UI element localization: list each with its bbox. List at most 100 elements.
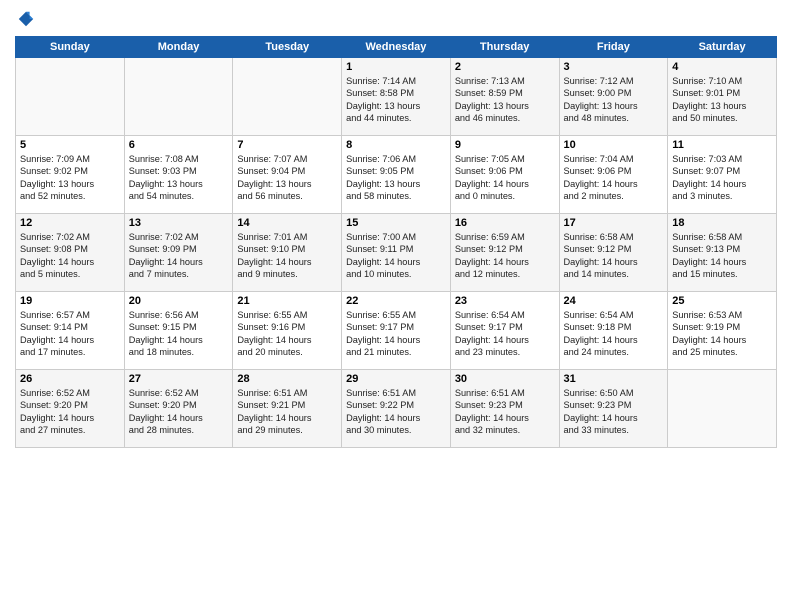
day-info: Sunrise: 6:54 AMSunset: 9:17 PMDaylight:… <box>455 309 555 359</box>
calendar-cell: 7Sunrise: 7:07 AMSunset: 9:04 PMDaylight… <box>233 136 342 214</box>
calendar-cell: 22 Sunrise: 6:55 AMSunset: 9:17 PMDayligh… <box>342 292 451 370</box>
day-info: Sunrise: 6:52 AMSunset: 9:20 PMDaylight:… <box>129 387 229 437</box>
weekday-header-monday: Monday <box>124 37 233 58</box>
day-number: 18 <box>672 217 772 229</box>
day-number: 14 <box>237 217 337 229</box>
calendar-cell: 9 Sunrise: 7:05 AMSunset: 9:06 PMDaylight… <box>450 136 559 214</box>
calendar-cell: 1Sunrise: 7:14 AMSunset: 8:58 PMDaylight… <box>342 58 451 136</box>
day-info: Sunrise: 6:58 AMSunset: 9:12 PMDaylight:… <box>564 231 664 281</box>
calendar-cell: 25Sunrise: 6:53 AMSunset: 9:19 PMDayligh… <box>668 292 777 370</box>
day-number: 7 <box>237 139 337 151</box>
week-row-3: 19 Sunrise: 6:57 AMSunset: 9:14 PMDayligh… <box>16 292 777 370</box>
week-row-0: 1Sunrise: 7:14 AMSunset: 8:58 PMDaylight… <box>16 58 777 136</box>
day-number: 30 <box>455 373 555 385</box>
day-number: 22 <box>346 295 446 307</box>
day-number: 12 <box>20 217 120 229</box>
day-number: 31 <box>564 373 664 385</box>
day-number: 21 <box>237 295 337 307</box>
calendar-cell: 13 Sunrise: 7:02 AMSunset: 9:09 PMDayligh… <box>124 214 233 292</box>
day-info: Sunrise: 7:10 AMSunset: 9:01 PMDaylight:… <box>672 75 772 125</box>
day-number: 28 <box>237 373 337 385</box>
day-info: Sunrise: 7:05 AMSunset: 9:06 PMDaylight:… <box>455 153 555 203</box>
weekday-header-sunday: Sunday <box>16 37 125 58</box>
calendar-cell: 8 Sunrise: 7:06 AMSunset: 9:05 PMDaylight… <box>342 136 451 214</box>
calendar-cell: 28 Sunrise: 6:51 AMSunset: 9:21 PMDayligh… <box>233 370 342 448</box>
calendar-cell: 26 Sunrise: 6:52 AMSunset: 9:20 PMDayligh… <box>16 370 125 448</box>
calendar-cell: 19 Sunrise: 6:57 AMSunset: 9:14 PMDayligh… <box>16 292 125 370</box>
day-number: 17 <box>564 217 664 229</box>
day-info: Sunrise: 7:04 AMSunset: 9:06 PMDaylight:… <box>564 153 664 203</box>
day-info: Sunrise: 6:57 AMSunset: 9:14 PMDaylight:… <box>20 309 120 359</box>
calendar-cell: 23 Sunrise: 6:54 AMSunset: 9:17 PMDayligh… <box>450 292 559 370</box>
calendar-cell: 24Sunrise: 6:54 AMSunset: 9:18 PMDayligh… <box>559 292 668 370</box>
day-number: 27 <box>129 373 229 385</box>
calendar-cell: 30 Sunrise: 6:51 AMSunset: 9:23 PMDayligh… <box>450 370 559 448</box>
calendar-cell: 27 Sunrise: 6:52 AMSunset: 9:20 PMDayligh… <box>124 370 233 448</box>
day-info: Sunrise: 6:56 AMSunset: 9:15 PMDaylight:… <box>129 309 229 359</box>
calendar-cell: 11 Sunrise: 7:03 AMSunset: 9:07 PMDayligh… <box>668 136 777 214</box>
calendar-cell: 15Sunrise: 7:00 AMSunset: 9:11 PMDayligh… <box>342 214 451 292</box>
calendar-cell: 29 Sunrise: 6:51 AMSunset: 9:22 PMDayligh… <box>342 370 451 448</box>
weekday-header-wednesday: Wednesday <box>342 37 451 58</box>
day-info: Sunrise: 6:54 AMSunset: 9:18 PMDaylight:… <box>564 309 664 359</box>
day-info: Sunrise: 7:14 AMSunset: 8:58 PMDaylight:… <box>346 75 446 125</box>
header <box>15 10 777 28</box>
weekday-header-saturday: Saturday <box>668 37 777 58</box>
calendar-cell: 14 Sunrise: 7:01 AMSunset: 9:10 PMDayligh… <box>233 214 342 292</box>
calendar-cell <box>233 58 342 136</box>
logo-icon <box>17 10 35 28</box>
day-number: 2 <box>455 61 555 73</box>
weekday-header-row: SundayMondayTuesdayWednesdayThursdayFrid… <box>16 37 777 58</box>
day-info: Sunrise: 7:13 AMSunset: 8:59 PMDaylight:… <box>455 75 555 125</box>
day-info: Sunrise: 7:03 AMSunset: 9:07 PMDaylight:… <box>672 153 772 203</box>
week-row-2: 12 Sunrise: 7:02 AMSunset: 9:08 PMDayligh… <box>16 214 777 292</box>
day-info: Sunrise: 6:52 AMSunset: 9:20 PMDaylight:… <box>20 387 120 437</box>
calendar-table: SundayMondayTuesdayWednesdayThursdayFrid… <box>15 36 777 448</box>
day-number: 4 <box>672 61 772 73</box>
day-number: 9 <box>455 139 555 151</box>
day-info: Sunrise: 6:55 AMSunset: 9:17 PMDaylight:… <box>346 309 446 359</box>
day-number: 19 <box>20 295 120 307</box>
day-number: 13 <box>129 217 229 229</box>
logo <box>15 10 35 28</box>
day-info: Sunrise: 7:08 AMSunset: 9:03 PMDaylight:… <box>129 153 229 203</box>
day-number: 26 <box>20 373 120 385</box>
week-row-1: 5Sunrise: 7:09 AMSunset: 9:02 PMDaylight… <box>16 136 777 214</box>
day-number: 20 <box>129 295 229 307</box>
calendar-cell: 4 Sunrise: 7:10 AMSunset: 9:01 PMDaylight… <box>668 58 777 136</box>
day-info: Sunrise: 7:06 AMSunset: 9:05 PMDaylight:… <box>346 153 446 203</box>
day-info: Sunrise: 6:55 AMSunset: 9:16 PMDaylight:… <box>237 309 337 359</box>
day-number: 11 <box>672 139 772 151</box>
calendar-cell: 6 Sunrise: 7:08 AMSunset: 9:03 PMDaylight… <box>124 136 233 214</box>
weekday-header-tuesday: Tuesday <box>233 37 342 58</box>
calendar-cell: 20 Sunrise: 6:56 AMSunset: 9:15 PMDayligh… <box>124 292 233 370</box>
calendar-cell: 10Sunrise: 7:04 AMSunset: 9:06 PMDayligh… <box>559 136 668 214</box>
day-info: Sunrise: 7:00 AMSunset: 9:11 PMDaylight:… <box>346 231 446 281</box>
day-number: 16 <box>455 217 555 229</box>
calendar-cell <box>124 58 233 136</box>
day-number: 6 <box>129 139 229 151</box>
day-info: Sunrise: 6:59 AMSunset: 9:12 PMDaylight:… <box>455 231 555 281</box>
day-info: Sunrise: 7:12 AMSunset: 9:00 PMDaylight:… <box>564 75 664 125</box>
day-info: Sunrise: 6:51 AMSunset: 9:23 PMDaylight:… <box>455 387 555 437</box>
calendar-cell: 2 Sunrise: 7:13 AMSunset: 8:59 PMDaylight… <box>450 58 559 136</box>
week-row-4: 26 Sunrise: 6:52 AMSunset: 9:20 PMDayligh… <box>16 370 777 448</box>
calendar-cell: 31 Sunrise: 6:50 AMSunset: 9:23 PMDayligh… <box>559 370 668 448</box>
day-info: Sunrise: 7:02 AMSunset: 9:08 PMDaylight:… <box>20 231 120 281</box>
weekday-header-friday: Friday <box>559 37 668 58</box>
calendar-cell: 3 Sunrise: 7:12 AMSunset: 9:00 PMDaylight… <box>559 58 668 136</box>
page: SundayMondayTuesdayWednesdayThursdayFrid… <box>0 0 792 458</box>
day-info: Sunrise: 6:51 AMSunset: 9:21 PMDaylight:… <box>237 387 337 437</box>
day-number: 3 <box>564 61 664 73</box>
day-info: Sunrise: 6:51 AMSunset: 9:22 PMDaylight:… <box>346 387 446 437</box>
day-info: Sunrise: 6:58 AMSunset: 9:13 PMDaylight:… <box>672 231 772 281</box>
day-info: Sunrise: 7:01 AMSunset: 9:10 PMDaylight:… <box>237 231 337 281</box>
day-number: 8 <box>346 139 446 151</box>
calendar-cell: 12 Sunrise: 7:02 AMSunset: 9:08 PMDayligh… <box>16 214 125 292</box>
day-number: 23 <box>455 295 555 307</box>
day-number: 29 <box>346 373 446 385</box>
day-info: Sunrise: 6:50 AMSunset: 9:23 PMDaylight:… <box>564 387 664 437</box>
calendar-cell <box>668 370 777 448</box>
day-info: Sunrise: 7:02 AMSunset: 9:09 PMDaylight:… <box>129 231 229 281</box>
calendar-cell: 18 Sunrise: 6:58 AMSunset: 9:13 PMDayligh… <box>668 214 777 292</box>
